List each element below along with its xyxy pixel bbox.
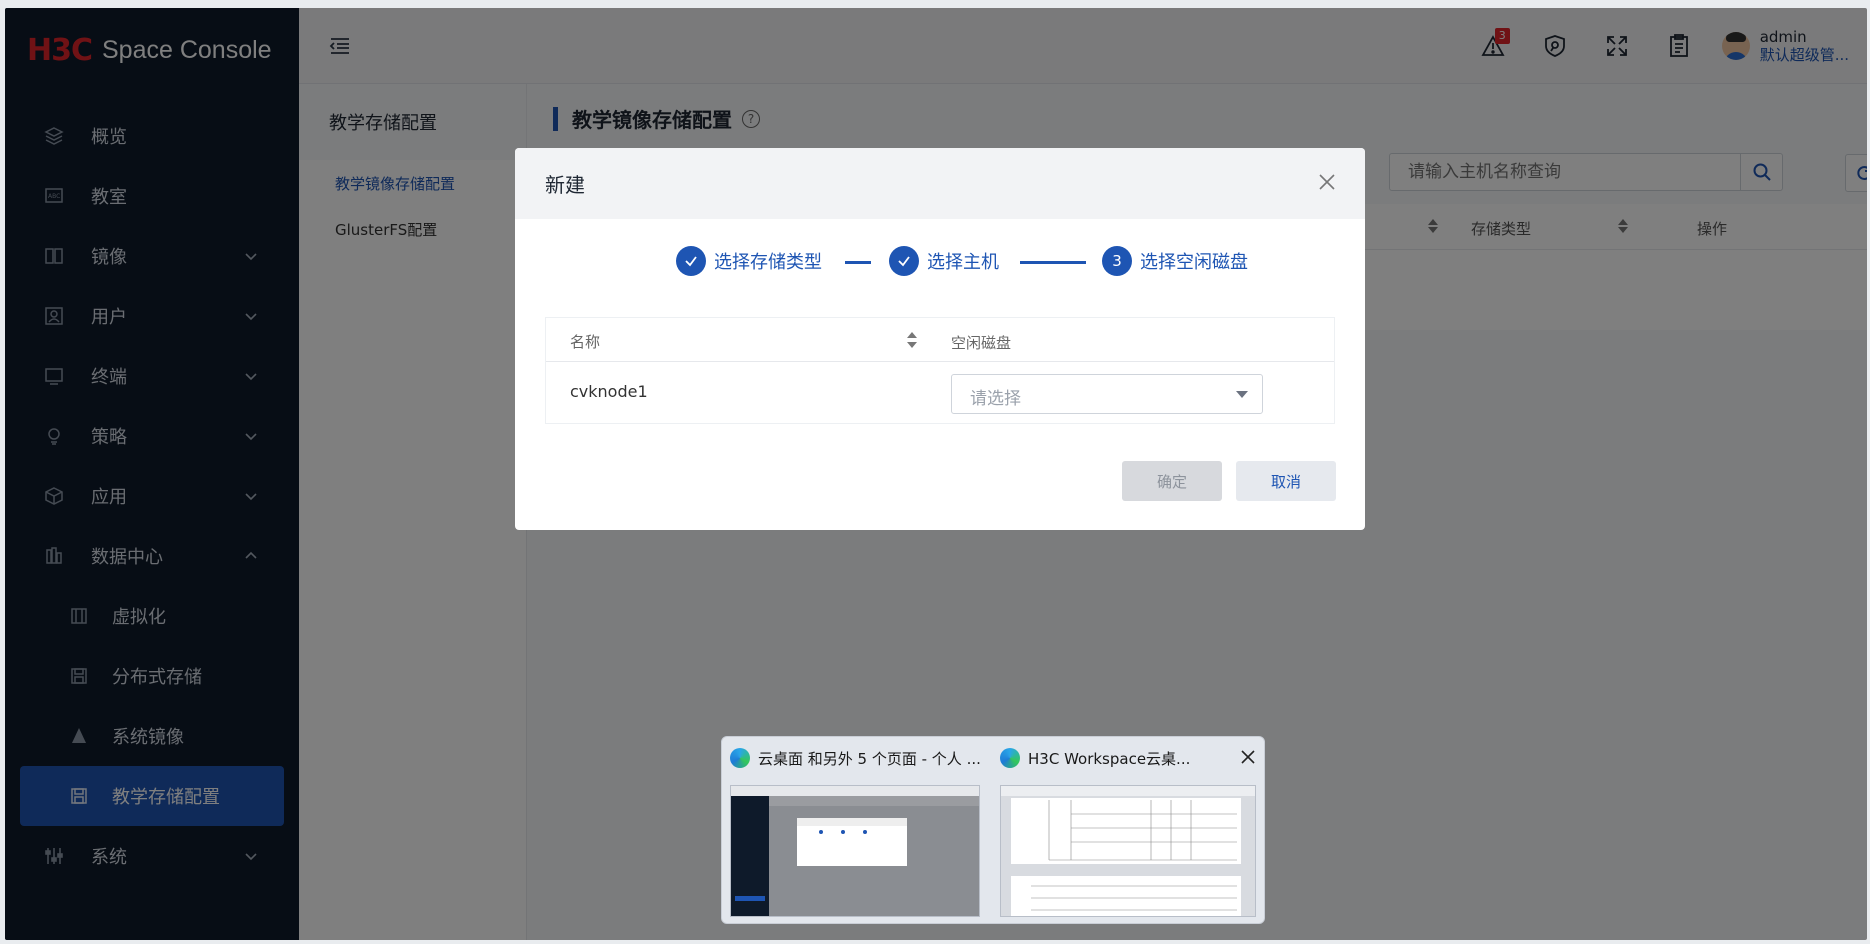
disk-table-header: 名称 空闲磁盘 <box>546 318 1334 362</box>
table-row: cvknode1 请选择 <box>546 362 1334 424</box>
preview-title: 云桌面 和另外 5 个页面 - 个人 ... <box>758 749 981 768</box>
taskbar-preview: 云桌面 和另外 5 个页面 - 个人 ... H3C Workspace云桌..… <box>721 736 1265 924</box>
cancel-button[interactable]: 取消 <box>1236 461 1336 501</box>
dialog-header: 新建 <box>515 148 1365 219</box>
preview-header: 云桌面 和另外 5 个页面 - 个人 ... <box>722 737 992 779</box>
step-label: 选择空闲磁盘 <box>1140 252 1248 273</box>
disk-table: 名称 空闲磁盘 cvknode1 请选择 <box>545 317 1335 424</box>
step-3: 3 选择空闲磁盘 <box>1102 246 1248 276</box>
step-label: 选择存储类型 <box>714 252 822 273</box>
edge-browser-icon <box>1000 748 1020 768</box>
preview-thumbnail <box>1000 785 1256 917</box>
host-name: cvknode1 <box>570 382 648 401</box>
dialog-title: 新建 <box>545 173 585 197</box>
column-name: 名称 <box>570 333 601 351</box>
step-connector <box>1020 261 1086 264</box>
step-label: 选择主机 <box>927 252 999 273</box>
caret-down-icon <box>1236 391 1248 398</box>
column-free-disk: 空闲磁盘 <box>951 334 1012 352</box>
browser-window: H3C Space Console 概览 ABC 教室 镜像 用户 <box>5 8 1867 940</box>
preview-header: H3C Workspace云桌... <box>992 737 1266 779</box>
preview-title: H3C Workspace云桌... <box>1028 749 1191 768</box>
sort-icon[interactable] <box>905 330 919 350</box>
check-icon <box>889 246 919 276</box>
create-dialog: 新建 选择存储类型 选择主机 3 选择空闲磁盘 名称 空闲磁盘 cvknode1… <box>515 148 1365 530</box>
confirm-button[interactable]: 确定 <box>1122 461 1222 501</box>
edge-browser-icon <box>730 748 750 768</box>
step-1: 选择存储类型 <box>676 246 822 276</box>
close-icon[interactable] <box>1317 172 1337 192</box>
wizard-steps: 选择存储类型 选择主机 3 选择空闲磁盘 <box>515 246 1365 280</box>
close-icon[interactable] <box>1240 749 1256 765</box>
preview-window-1[interactable]: 云桌面 和另外 5 个页面 - 个人 ... <box>722 737 992 925</box>
step-connector <box>845 261 871 264</box>
preview-window-2[interactable]: H3C Workspace云桌... <box>992 737 1266 925</box>
free-disk-select[interactable]: 请选择 <box>951 374 1263 414</box>
preview-thumbnail <box>730 785 980 917</box>
check-icon <box>676 246 706 276</box>
step-2: 选择主机 <box>889 246 999 276</box>
select-placeholder: 请选择 <box>970 389 1021 409</box>
step-number: 3 <box>1102 246 1132 276</box>
